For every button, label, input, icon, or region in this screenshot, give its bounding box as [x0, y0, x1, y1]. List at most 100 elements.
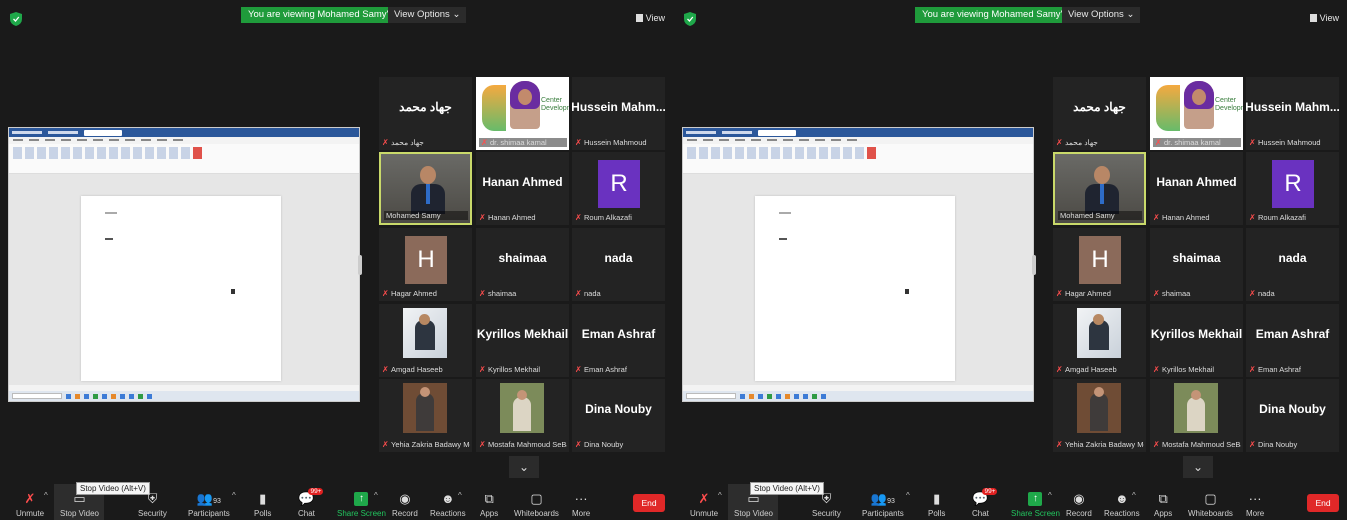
- stop-video-button[interactable]: ▭ Stop Video: [734, 492, 773, 519]
- unmute-button[interactable]: ✗ Unmute: [16, 492, 44, 519]
- unmute-button[interactable]: ✗ Unmute: [690, 492, 718, 519]
- apps-button[interactable]: ⧉ Apps: [1154, 492, 1172, 519]
- whiteboards-button[interactable]: ▢ Whiteboards: [514, 492, 559, 519]
- gallery-next-page-chevron-icon[interactable]: ⌄: [509, 456, 539, 478]
- reactions-caret-icon[interactable]: ^: [1132, 491, 1136, 500]
- share-screen-arrow-icon: ↑: [1028, 492, 1043, 506]
- participant-tile[interactable]: H ✗ Hagar Ahmed: [1053, 228, 1146, 301]
- participant-tile[interactable]: Dina Nouby ✗ Dina Nouby: [1246, 379, 1339, 452]
- participant-caption: ✗ Roum Alkazafi: [1249, 213, 1337, 222]
- view-button[interactable]: View: [1309, 13, 1339, 23]
- audio-options-caret-icon[interactable]: ^: [44, 491, 48, 500]
- participant-video: [1184, 81, 1214, 129]
- word-title-bar: [9, 128, 359, 137]
- participant-tile[interactable]: Dina Nouby ✗ Dina Nouby: [572, 379, 665, 452]
- participant-tile[interactable]: shaimaa ✗ shaimaa: [1150, 228, 1243, 301]
- participant-avatar: H: [1079, 236, 1121, 284]
- participant-avatar: R: [598, 160, 640, 208]
- participant-name: جهاد محمد: [1065, 138, 1098, 147]
- participant-tile[interactable]: Mohamed Samy: [379, 152, 472, 225]
- participant-name: Hagar Ahmed: [391, 289, 437, 298]
- apps-button[interactable]: ⧉ Apps: [480, 492, 498, 519]
- word-ribbon: [683, 144, 1033, 174]
- participant-tile[interactable]: Hussein Mahm... ✗ Hussein Mahmoud: [572, 77, 665, 150]
- chat-button[interactable]: 💬 99+ Chat: [972, 488, 998, 518]
- participant-tile[interactable]: Hanan Ahmed ✗ Hanan Ahmed: [476, 152, 569, 225]
- participants-caret-icon[interactable]: ^: [232, 491, 236, 500]
- participant-tile[interactable]: ✗ Amgad Haseeb: [379, 304, 472, 377]
- participant-tile[interactable]: جهاد محمد ✗ جهاد محمد: [379, 77, 472, 150]
- muted-mic-icon: ✗: [382, 289, 389, 298]
- view-options-button[interactable]: View Options ⌄: [1062, 7, 1141, 23]
- polls-button[interactable]: ▮ Polls: [254, 491, 271, 519]
- participant-tile[interactable]: ✗ Mostafa Mahmoud SeBa: [476, 379, 569, 452]
- participant-tile[interactable]: nada ✗ nada: [572, 228, 665, 301]
- muted-mic-icon: ✗: [382, 365, 389, 374]
- muted-mic-icon: ✗: [1056, 138, 1063, 147]
- whiteboard-icon: ▢: [1204, 491, 1217, 506]
- split-drag-handle[interactable]: [358, 255, 362, 275]
- participant-photo: [500, 383, 544, 433]
- participant-name-large: nada: [1278, 250, 1307, 265]
- participant-tile[interactable]: Hussein Mahm... ✗ Hussein Mahmoud: [1246, 77, 1339, 150]
- participant-tile[interactable]: nada ✗ nada: [1246, 228, 1339, 301]
- participant-tile[interactable]: ✗Yehia Zakria Badawy Mo...: [1053, 379, 1146, 452]
- view-options-button[interactable]: View Options ⌄: [388, 7, 467, 23]
- polls-icon: ▮: [259, 491, 267, 506]
- gallery-next-page-chevron-icon[interactable]: ⌄: [1183, 456, 1213, 478]
- chat-button[interactable]: 💬 99+ Chat: [298, 488, 324, 518]
- participant-tile[interactable]: Kyrillos Mekhail ✗ Kyrillos Mekhail: [476, 304, 569, 377]
- word-document-area: [683, 174, 1033, 385]
- participant-tile[interactable]: Hanan Ahmed ✗ Hanan Ahmed: [1150, 152, 1243, 225]
- zoom-window-right: You are viewing Mohamed Samy's screen Vi…: [674, 0, 1347, 520]
- split-drag-handle[interactable]: [1032, 255, 1036, 275]
- end-meeting-button[interactable]: End: [1307, 494, 1339, 512]
- participant-name: dr. shimaa kamal: [1164, 138, 1221, 147]
- view-button[interactable]: View: [635, 13, 665, 23]
- participant-tile[interactable]: H ✗ Hagar Ahmed: [379, 228, 472, 301]
- participant-tile[interactable]: Center Development ✗dr. shimaa kamal: [476, 77, 569, 150]
- participant-tile[interactable]: Eman Ashraf ✗ Eman Ashraf: [572, 304, 665, 377]
- participant-video: [510, 81, 540, 129]
- muted-mic-icon: ✗: [1249, 365, 1256, 374]
- share-options-caret-icon[interactable]: ^: [1048, 491, 1052, 500]
- stop-video-button[interactable]: ▭ Stop Video: [60, 492, 99, 519]
- participant-caption: ✗Yehia Zakria Badawy Mo...: [382, 440, 470, 449]
- participant-caption: ✗ Amgad Haseeb: [382, 365, 470, 374]
- whiteboards-button[interactable]: ▢ Whiteboards: [1188, 491, 1233, 519]
- participant-tile[interactable]: جهاد محمد ✗ جهاد محمد: [1053, 77, 1146, 150]
- share-options-caret-icon[interactable]: ^: [374, 491, 378, 500]
- participant-avatar: H: [405, 236, 447, 284]
- record-button[interactable]: ◉ Record: [392, 492, 418, 519]
- word-menu-bar: [9, 137, 359, 144]
- participants-button[interactable]: 👥93 Participants: [862, 492, 904, 519]
- participant-tile[interactable]: Center Development ✗dr. shimaa kamal: [1150, 77, 1243, 150]
- reactions-caret-icon[interactable]: ^: [458, 491, 462, 500]
- participant-tile[interactable]: Mohamed Samy: [1053, 152, 1146, 225]
- participants-button[interactable]: 👥93 Participants: [188, 492, 230, 519]
- participant-name: جهاد محمد: [391, 138, 424, 147]
- participant-tile[interactable]: ✗ Mostafa Mahmoud SeBa: [1150, 379, 1243, 452]
- polls-button[interactable]: ▮ Polls: [928, 492, 945, 519]
- security-button[interactable]: ⛨ Security: [138, 492, 167, 519]
- more-button[interactable]: ··· More: [572, 492, 590, 519]
- participant-caption: ✗ Hagar Ahmed: [382, 289, 470, 298]
- participant-tile[interactable]: R ✗ Roum Alkazafi: [572, 152, 665, 225]
- more-button[interactable]: ··· More: [1246, 492, 1264, 519]
- security-button[interactable]: ⛨ Security: [812, 492, 841, 519]
- audio-options-caret-icon[interactable]: ^: [718, 491, 722, 500]
- participant-tile[interactable]: Eman Ashraf ✗ Eman Ashraf: [1246, 304, 1339, 377]
- share-screen-button[interactable]: ↑ Share Screen: [1011, 492, 1060, 518]
- participant-tile[interactable]: ✗Yehia Zakria Badawy Mo...: [379, 379, 472, 452]
- record-button[interactable]: ◉ Record: [1066, 492, 1092, 519]
- participant-tile[interactable]: shaimaa ✗ shaimaa: [476, 228, 569, 301]
- participant-tile[interactable]: R ✗ Roum Alkazafi: [1246, 152, 1339, 225]
- participant-tile[interactable]: ✗ Amgad Haseeb: [1053, 304, 1146, 377]
- participant-caption: ✗ Amgad Haseeb: [1056, 365, 1144, 374]
- participants-caret-icon[interactable]: ^: [906, 491, 910, 500]
- share-screen-button[interactable]: ↑ Share Screen: [337, 492, 386, 518]
- participant-tile[interactable]: Kyrillos Mekhail ✗ Kyrillos Mekhail: [1150, 304, 1243, 377]
- participant-caption: ✗ shaimaa: [1153, 289, 1241, 298]
- end-meeting-button[interactable]: End: [633, 494, 665, 512]
- word-page: [755, 196, 955, 381]
